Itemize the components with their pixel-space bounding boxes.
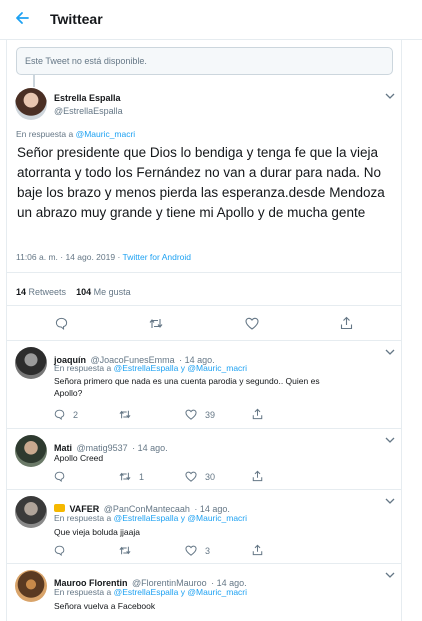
reply-prefix: En respuesta a	[54, 513, 112, 523]
retweet-icon	[119, 546, 131, 555]
retweet-stat[interactable]: 14 Retweets	[16, 287, 66, 297]
reply-button[interactable]	[55, 317, 76, 330]
author-handle[interactable]: @EstrellaEspalla	[54, 106, 123, 116]
retweet-icon	[119, 472, 131, 481]
retweet-button[interactable]	[119, 409, 139, 420]
divider	[7, 489, 401, 490]
tweet-stats: 14 Retweets 104 Me gusta	[16, 287, 131, 297]
reply-button[interactable]	[54, 545, 73, 556]
likes-label: Me gusta	[93, 287, 131, 297]
divider	[7, 272, 401, 273]
tweet-time[interactable]: 11:06 a. m. · 14 ago. 2019 ·	[16, 252, 120, 262]
heart-icon	[185, 545, 197, 556]
like-count: 30	[205, 471, 216, 482]
like-button[interactable]: 39	[185, 409, 215, 420]
avatar[interactable]	[15, 347, 47, 379]
reply-button[interactable]: 2	[54, 409, 78, 420]
thread-line	[33, 75, 35, 87]
reply-text-line: Apollo?	[54, 388, 83, 398]
reply-text-line: Que vieja boluda jjaaja	[54, 527, 141, 537]
avatar[interactable]	[15, 88, 47, 120]
retweet-count: 1	[139, 471, 145, 482]
share-icon	[340, 316, 353, 330]
like-button[interactable]: 30	[185, 471, 215, 482]
heart-icon	[245, 317, 259, 330]
tweet-text: Señor presidente que Dios lo bendiga y t…	[17, 145, 385, 220]
page-title: Twittear	[50, 11, 103, 27]
chevron-down-icon[interactable]	[385, 497, 395, 508]
like-count: 39	[205, 409, 216, 420]
tweet-source[interactable]: Twitter for Android	[123, 252, 192, 262]
likes-count: 104	[76, 287, 92, 297]
divider	[7, 340, 401, 341]
share-icon	[252, 544, 263, 556]
reply-to-link[interactable]: @Mauric_macri	[76, 129, 136, 139]
author-name[interactable]: Estrella Espalla	[54, 93, 121, 103]
avatar[interactable]	[15, 496, 47, 528]
back-arrow-icon[interactable]	[14, 9, 36, 31]
reply-icon	[54, 545, 65, 556]
chevron-down-icon[interactable]	[385, 348, 395, 359]
like-button[interactable]	[245, 317, 267, 330]
like-button[interactable]: 3	[185, 545, 210, 556]
tweet-meta: 11:06 a. m. · 14 ago. 2019 · Twitter for…	[16, 252, 191, 262]
share-button[interactable]	[340, 316, 361, 330]
retweets-label: Retweets	[28, 287, 67, 297]
reply-icon	[54, 471, 65, 482]
chevron-down-icon[interactable]	[385, 571, 395, 582]
reply-context: En respuesta a @EstrellaEspalla y @Mauri…	[54, 363, 247, 373]
divider	[7, 428, 401, 429]
reply-date[interactable]: · 14 ago.	[132, 443, 168, 453]
share-button[interactable]	[252, 408, 271, 420]
reply-icon	[54, 409, 65, 420]
top-bar: Twittear	[0, 0, 422, 40]
divider	[7, 305, 401, 306]
share-icon	[252, 408, 263, 420]
reply-text-line: Señora primero que nada es una cuenta pa…	[54, 376, 320, 386]
reply-to-link[interactable]: @EstrellaEspalla y @Mauric_macri	[114, 587, 247, 597]
share-button[interactable]	[252, 470, 271, 482]
reply-text-line: Señora vuelva a Facebook	[54, 601, 156, 611]
tweet-column: Este Tweet no está disponible. Estrella …	[6, 40, 402, 621]
unavailable-tweet-notice: Este Tweet no está disponible.	[16, 47, 393, 75]
likes-stat[interactable]: 104 Me gusta	[76, 287, 131, 297]
reply-button[interactable]	[54, 471, 73, 482]
reply-text-line: Apollo Creed	[54, 453, 104, 463]
retweet-button[interactable]	[119, 545, 139, 556]
share-button[interactable]	[252, 544, 271, 556]
chevron-down-icon[interactable]	[385, 92, 395, 103]
retweet-icon	[119, 410, 131, 419]
avatar[interactable]	[15, 435, 47, 467]
reply-to-link[interactable]: @EstrellaEspalla y @Mauric_macri	[114, 363, 247, 373]
reply-to-link[interactable]: @EstrellaEspalla y @Mauric_macri	[114, 513, 247, 523]
heart-icon	[185, 471, 197, 482]
avatar[interactable]	[15, 570, 47, 602]
reply-icon	[55, 317, 68, 330]
retweet-button[interactable]	[149, 317, 171, 330]
reply-context: En respuesta a @EstrellaEspalla y @Mauri…	[54, 513, 247, 523]
divider	[7, 563, 401, 564]
reply-context: En respuesta a @Mauric_macri	[16, 129, 135, 139]
like-count: 3	[205, 545, 211, 556]
retweet-button[interactable]: 1	[119, 471, 144, 482]
reply-prefix: En respuesta a	[16, 129, 74, 139]
heart-icon	[185, 409, 197, 420]
emoji-badge-icon	[54, 503, 65, 512]
reply-prefix: En respuesta a	[54, 363, 112, 373]
share-icon	[252, 470, 263, 482]
reply-prefix: En respuesta a	[54, 587, 112, 597]
reply-count: 2	[73, 409, 79, 420]
retweets-count: 14	[16, 287, 27, 297]
retweet-icon	[149, 319, 163, 328]
chevron-down-icon[interactable]	[385, 436, 395, 447]
reply-context: En respuesta a @EstrellaEspalla y @Mauri…	[54, 587, 247, 597]
